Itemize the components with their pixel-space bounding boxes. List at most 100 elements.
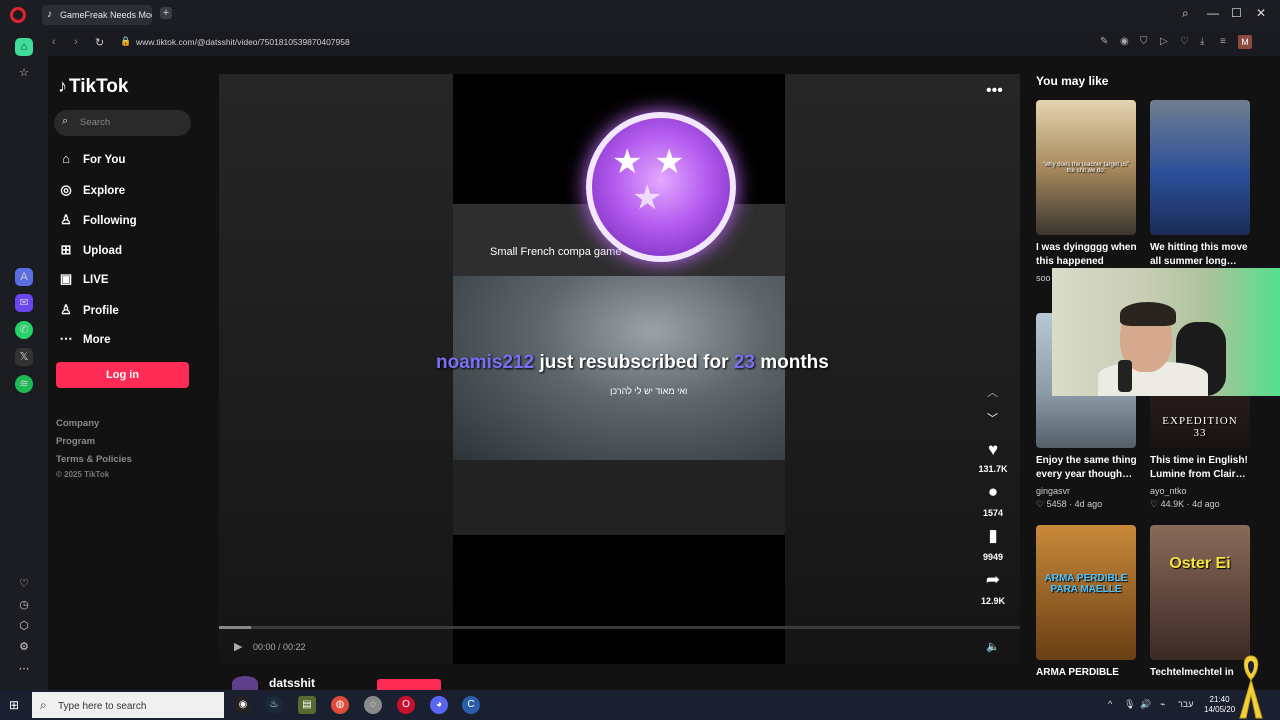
footer-link-terms[interactable]: Terms & Policies [56, 454, 132, 465]
nav-explore[interactable]: ◎ Explore [58, 182, 125, 202]
tiktok-logo[interactable]: ♪ TikTok [58, 76, 128, 98]
url-field[interactable]: www.tiktok.com/@datsshit/video/750181053… [136, 37, 350, 47]
chevron-up-icon[interactable]: ︿ [987, 384, 998, 400]
minimize-button[interactable]: — [1207, 6, 1219, 20]
steam-icon[interactable]: ♨ [265, 696, 283, 714]
chrome-icon[interactable]: ◍ [331, 696, 349, 714]
share-icon[interactable]: ➦ [984, 570, 1002, 590]
card-title[interactable]: ARMA PERDIBLE [1036, 666, 1142, 680]
maximize-button[interactable]: ☐ [1231, 6, 1242, 20]
more-icon: ⋯ [59, 331, 73, 346]
reload-icon[interactable]: ↻ [95, 36, 104, 49]
search-input[interactable]: ⌕ Search [54, 110, 191, 136]
nav-following[interactable]: ♙ Following [58, 212, 136, 232]
language-indicator[interactable]: עבר [1178, 699, 1193, 709]
nav-for-you[interactable]: ⌂ For You [58, 151, 125, 171]
aria-icon[interactable]: A [15, 268, 33, 286]
edit-icon[interactable]: ✎ [1100, 36, 1108, 47]
app-icon[interactable]: ▤ [298, 696, 316, 714]
obs-icon[interactable]: ◉ [234, 696, 252, 714]
forward-icon[interactable]: › [74, 36, 78, 48]
nav-profile[interactable]: ♙ Profile [58, 302, 119, 322]
play-icon[interactable]: ▷ [1160, 36, 1168, 47]
nav-label: For You [83, 154, 126, 166]
comment-icon[interactable]: ● [984, 482, 1002, 502]
footer-link-company[interactable]: Company [56, 418, 99, 429]
search-icon: ⌕ [62, 115, 69, 127]
windows-start-icon[interactable]: ⊞ [9, 698, 19, 712]
author-name[interactable]: datsshit [269, 676, 315, 690]
login-button[interactable]: Log in [56, 362, 189, 388]
shield-icon[interactable]: ⛉ [1140, 36, 1148, 47]
video-blur-left [219, 74, 453, 664]
video-progress-bar[interactable] [219, 626, 1020, 629]
volume-icon[interactable]: 🔈 [986, 640, 1000, 653]
browser-tab[interactable]: ♪ GameFreak Needs Moder [42, 5, 152, 25]
star-icon[interactable]: ☆ [15, 64, 33, 82]
taskbar-search-input[interactable]: ⌕ Type here to search [32, 692, 224, 718]
video-more-icon[interactable]: ••• [986, 82, 1003, 100]
new-tab-button[interactable]: + [160, 7, 172, 19]
spotify-icon[interactable]: ≋ [15, 375, 33, 393]
progress-fill [219, 626, 252, 629]
copyright: © 2025 TikTok [56, 470, 110, 479]
card-author[interactable]: gingasvr [1036, 486, 1070, 496]
tray-chevron-icon[interactable]: ^ [1108, 699, 1112, 709]
author-avatar[interactable] [232, 676, 258, 690]
footer-link-program[interactable]: Program [56, 436, 95, 447]
star-icon: ★ [612, 143, 643, 181]
camera-icon[interactable]: ◉ [1120, 36, 1129, 47]
card-title[interactable]: We hitting this move all summer long… [1150, 241, 1256, 269]
x-icon[interactable]: 𝕏 [15, 348, 33, 366]
follow-button[interactable] [377, 679, 441, 690]
app-icon[interactable]: C [462, 696, 480, 714]
clock[interactable]: 21:40 14/05/20 [1204, 695, 1235, 715]
download-icon[interactable]: ⤓ [1200, 36, 1204, 47]
bookmark-icon[interactable]: ▮ [984, 526, 1002, 546]
clock-time: 21:40 [1209, 695, 1230, 704]
search-tabs-icon[interactable]: ⌕ [1182, 6, 1189, 21]
thumbnail-card-2[interactable] [1150, 100, 1250, 235]
app-icon[interactable]: ◌ [364, 696, 382, 714]
card-author[interactable]: soo [1036, 273, 1051, 283]
card-title[interactable]: Enjoy the same thing every year though… [1036, 454, 1142, 482]
play-icon[interactable]: ▶ [234, 640, 242, 653]
home-icon[interactable]: ⌂ [15, 38, 33, 56]
close-button[interactable]: ✕ [1256, 6, 1266, 20]
messenger-icon[interactable]: ✉ [15, 294, 33, 312]
network-tray-icon[interactable]: ⌁ [1160, 699, 1165, 710]
more-icon[interactable]: ⋯ [15, 660, 33, 678]
opera-logo-icon[interactable] [10, 7, 26, 23]
card-title[interactable]: This time in English! Lumine from Clair… [1150, 454, 1256, 482]
thumbnail-card-5[interactable]: ARMA PERDIBLE PARA MAELLE [1036, 525, 1136, 660]
profile-avatar[interactable]: M [1238, 35, 1252, 49]
settings-icon[interactable]: ⚙ [15, 638, 33, 656]
volume-tray-icon[interactable]: 🔊 [1140, 699, 1151, 710]
mic-tray-icon[interactable]: 🎙 [1124, 699, 1135, 710]
like-icon[interactable]: ♥ [984, 440, 1002, 460]
whatsapp-icon[interactable]: ✆ [15, 321, 33, 339]
nav-upload[interactable]: ⊞ Upload [58, 242, 122, 262]
chevron-down-icon[interactable]: ﹀ [987, 410, 998, 426]
card-author[interactable]: ayo_ntko [1150, 486, 1187, 496]
alert-suffix: months [760, 352, 829, 373]
heart-icon[interactable]: ♡ [15, 575, 33, 593]
nav-live[interactable]: ▣ LIVE [58, 271, 109, 291]
card-title[interactable]: I was dyingggg when this happened [1036, 241, 1142, 269]
card-stats: ♡ 5458 · 4d ago [1036, 499, 1103, 509]
discord-icon[interactable]: ◕ [430, 696, 448, 714]
tab-title: GameFreak Needs Moder [60, 10, 152, 20]
card-likes: 44.9K [1160, 499, 1185, 509]
back-icon[interactable]: ‹ [52, 36, 56, 48]
browser-titlebar: ♪ GameFreak Needs Moder + ⌕ — ☐ ✕ [0, 0, 1280, 30]
tiktok-icon: ♪ [47, 9, 52, 20]
menu-icon[interactable]: ≡ [1220, 36, 1226, 47]
heart-icon[interactable]: ♡ [1180, 36, 1189, 47]
history-icon[interactable]: ◷ [15, 596, 33, 614]
cube-icon[interactable]: ⬡ [15, 617, 33, 635]
opera-icon[interactable]: O [397, 696, 415, 714]
thumbnail-card-6[interactable]: Oster Ei [1150, 525, 1250, 660]
thumbnail-card-1[interactable]: "why does the teacher target us" the shi… [1036, 100, 1136, 235]
video-subtitle: ואי מאוד יש לי להרכן [610, 386, 688, 396]
nav-more[interactable]: ⋯ More [58, 331, 111, 351]
